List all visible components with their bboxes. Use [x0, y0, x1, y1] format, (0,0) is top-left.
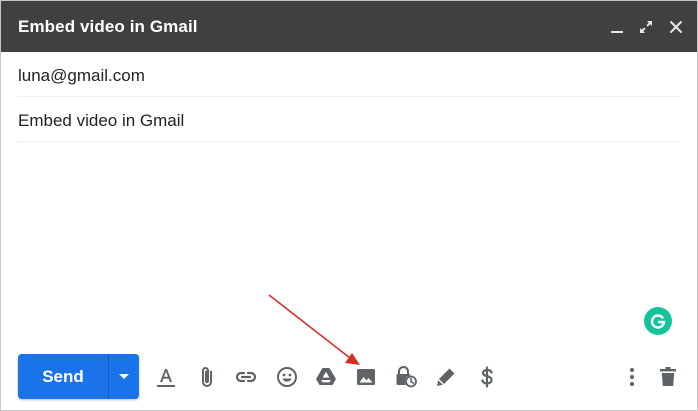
subject-field[interactable]: Embed video in Gmail: [17, 97, 680, 142]
subject-value: Embed video in Gmail: [18, 111, 185, 130]
confidential-mode-icon[interactable]: [393, 364, 419, 390]
send-button-group: Send: [18, 354, 139, 399]
compose-title: Embed video in Gmail: [18, 17, 198, 36]
fullscreen-icon[interactable]: [636, 17, 656, 37]
compose-titlebar[interactable]: Embed video in Gmail: [1, 1, 697, 52]
close-icon[interactable]: [666, 17, 686, 37]
insert-photo-icon[interactable]: [353, 364, 379, 390]
insert-signature-icon[interactable]: [433, 364, 459, 390]
insert-emoji-icon[interactable]: [274, 364, 300, 390]
formatting-options-icon[interactable]: [153, 364, 179, 390]
google-drive-icon[interactable]: [313, 364, 339, 390]
attach-files-icon[interactable]: [194, 364, 220, 390]
minimize-icon[interactable]: [607, 17, 627, 37]
discard-draft-icon[interactable]: [655, 364, 681, 390]
send-money-icon[interactable]: [474, 364, 500, 390]
more-send-options-icon[interactable]: [109, 354, 139, 399]
recipient-value: luna@gmail.com: [18, 66, 145, 85]
more-options-icon[interactable]: [619, 364, 645, 390]
insert-link-icon[interactable]: [233, 364, 259, 390]
compose-window: Embed video in Gmail luna@gmail.com Embe…: [0, 0, 698, 411]
to-field[interactable]: luna@gmail.com: [17, 52, 680, 97]
grammarly-icon[interactable]: [644, 307, 672, 335]
send-button[interactable]: Send: [18, 354, 108, 399]
message-body[interactable]: [17, 143, 680, 343]
